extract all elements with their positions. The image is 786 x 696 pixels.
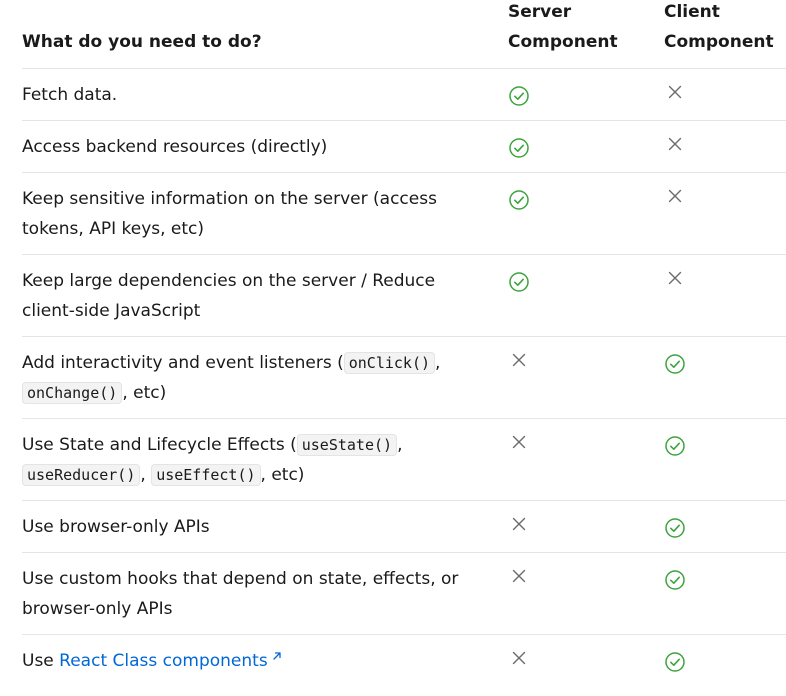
feature-label: Use State and Lifecycle Effects (useStat… bbox=[22, 430, 482, 490]
link-label: React Class components bbox=[59, 651, 268, 671]
feature-text: , bbox=[397, 435, 403, 455]
inline-code: useState() bbox=[296, 434, 398, 456]
comparison-table: What do you need to do? Server Component… bbox=[22, 0, 786, 686]
check-circle-icon bbox=[664, 517, 686, 539]
feature-text: , etc) bbox=[260, 465, 305, 485]
check-circle-icon bbox=[664, 435, 686, 457]
feature-text: Add interactivity and event listeners ( bbox=[22, 353, 344, 373]
x-icon bbox=[664, 267, 686, 289]
feature-text: , bbox=[435, 353, 441, 373]
x-icon bbox=[508, 431, 530, 453]
feature-label: Add interactivity and event listeners (o… bbox=[22, 348, 482, 408]
table-row: Use browser-only APIs bbox=[22, 501, 786, 553]
feature-label: Keep sensitive information on the server… bbox=[22, 189, 437, 239]
check-circle-icon bbox=[664, 353, 686, 375]
table-body: Fetch data. Access backend resources (dir… bbox=[22, 69, 786, 686]
table-header: What do you need to do? Server Component… bbox=[22, 0, 786, 69]
feature-label: Use browser-only APIs bbox=[22, 517, 210, 537]
feature-label: Access backend resources (directly) bbox=[22, 137, 328, 157]
table-row: Add interactivity and event listeners (o… bbox=[22, 337, 786, 419]
feature-label: Fetch data. bbox=[22, 85, 118, 105]
feature-label: Keep large dependencies on the server / … bbox=[22, 271, 436, 321]
inline-code: onClick() bbox=[343, 352, 436, 374]
header-client-component: Client Component bbox=[664, 2, 774, 52]
table-row: Use React Class components bbox=[22, 635, 786, 686]
table-row: Use custom hooks that depend on state, e… bbox=[22, 553, 786, 635]
feature-text: , etc) bbox=[122, 383, 167, 403]
feature-text: Use State and Lifecycle Effects ( bbox=[22, 435, 297, 455]
table-row: Use State and Lifecycle Effects (useStat… bbox=[22, 419, 786, 501]
check-circle-icon bbox=[664, 569, 686, 591]
inline-code: useEffect() bbox=[151, 464, 261, 486]
check-circle-icon bbox=[508, 271, 530, 293]
table-row: Access backend resources (directly) bbox=[22, 121, 786, 173]
x-icon bbox=[508, 349, 530, 371]
x-icon bbox=[508, 647, 530, 669]
table-row: Keep large dependencies on the server / … bbox=[22, 255, 786, 337]
react-class-components-link[interactable]: React Class components bbox=[59, 651, 283, 671]
table-row: Fetch data. bbox=[22, 69, 786, 121]
x-icon bbox=[508, 565, 530, 587]
check-circle-icon bbox=[664, 651, 686, 673]
feature-text: , bbox=[140, 465, 152, 485]
feature-label: Use React Class components bbox=[22, 646, 482, 676]
inline-code: useReducer() bbox=[22, 464, 141, 486]
feature-text: Use bbox=[22, 651, 60, 671]
inline-code: onChange() bbox=[22, 382, 123, 404]
check-circle-icon bbox=[508, 137, 530, 159]
feature-label: Use custom hooks that depend on state, e… bbox=[22, 569, 459, 619]
x-icon bbox=[664, 81, 686, 103]
header-question: What do you need to do? bbox=[22, 32, 262, 52]
table-row: Keep sensitive information on the server… bbox=[22, 173, 786, 255]
external-link-icon bbox=[271, 650, 283, 662]
check-circle-icon bbox=[508, 85, 530, 107]
x-icon bbox=[508, 513, 530, 535]
header-server-component: Server Component bbox=[508, 2, 618, 52]
check-circle-icon bbox=[508, 189, 530, 211]
x-icon bbox=[664, 133, 686, 155]
x-icon bbox=[664, 185, 686, 207]
